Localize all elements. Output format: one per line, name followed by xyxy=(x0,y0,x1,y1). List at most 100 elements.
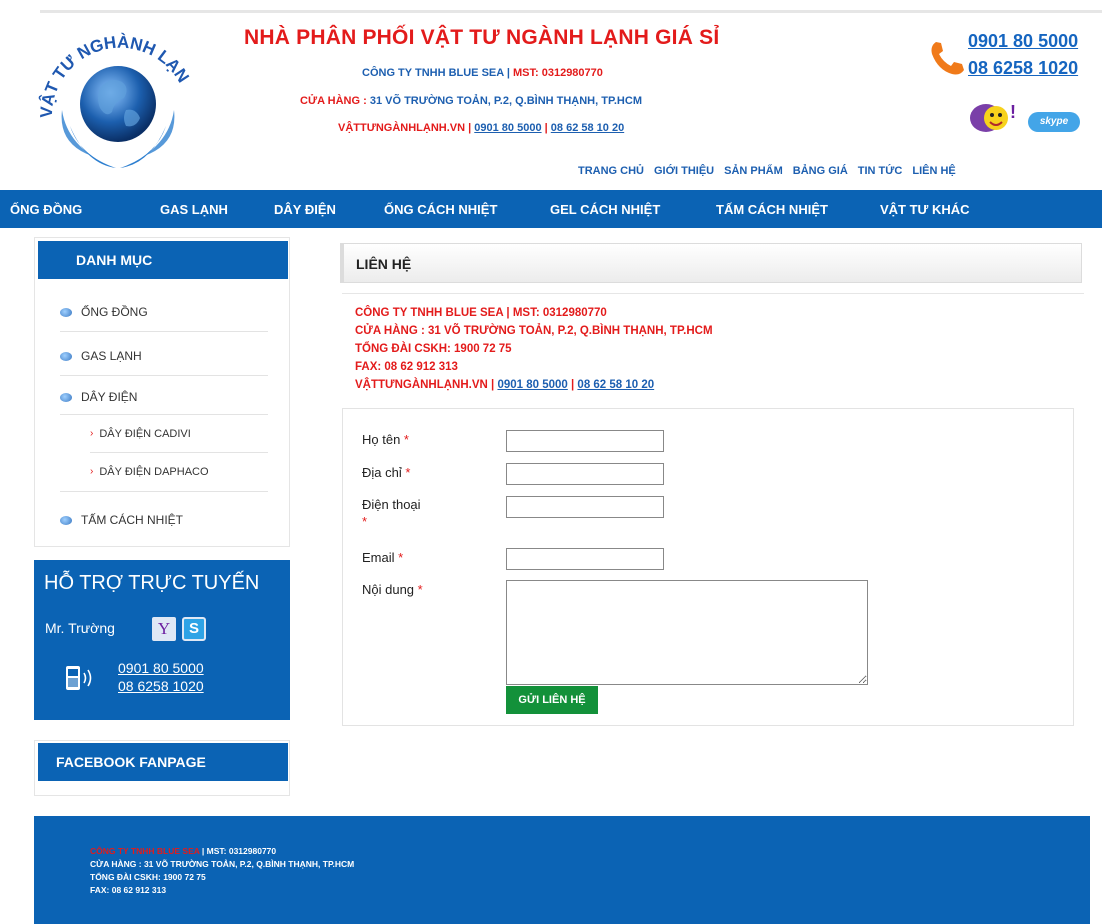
phone-input[interactable] xyxy=(506,496,664,518)
mobile-phone-icon xyxy=(66,666,92,690)
divider xyxy=(60,491,268,492)
header-phone-link-1[interactable]: 0901 80 5000 xyxy=(474,122,541,134)
footer-company: CÔNG TY TNHH BLUE SEA | MST: 0312980770 xyxy=(90,846,276,856)
address-label: Địa chỉ * xyxy=(362,465,410,480)
email-input[interactable] xyxy=(506,548,664,570)
nav-copper-pipe[interactable]: ỐNG ĐỒNG xyxy=(10,202,82,217)
site-title: NHÀ PHÂN PHỐI VẬT TƯ NGÀNH LẠNH GIÁ SỈ xyxy=(244,26,720,49)
name-input[interactable] xyxy=(506,430,664,452)
site-logo[interactable]: VẬT TƯ NGHÀNH LẠNH xyxy=(30,18,205,183)
header-store-address: 31 VÕ TRƯỜNG TOẢN, P.2, Q.BÌNH THẠNH, TP… xyxy=(369,95,642,107)
footer-store: CỬA HÀNG : 31 VÕ TRƯỜNG TOẢN, P.2, Q.BÌN… xyxy=(90,859,355,869)
submit-contact-button[interactable]: GỬI LIÊN HỆ xyxy=(506,686,598,714)
yahoo-icon[interactable]: Y xyxy=(152,617,176,641)
main-nav: ỐNG ĐỒNG GAS LẠNH DÂY ĐIỆN ỐNG CÁCH NHIỆ… xyxy=(0,190,1102,228)
phone-required: * xyxy=(362,514,367,529)
bullet-icon xyxy=(60,352,72,362)
category-item-wire[interactable]: DÂY ĐIỆN xyxy=(60,390,268,404)
footer-company-name: CÔNG TY TNHH BLUE SEA xyxy=(90,846,200,856)
category-item-insulation-sheet[interactable]: TẤM CÁCH NHIỆT xyxy=(60,513,268,527)
support-phone-2[interactable]: 08 6258 1020 xyxy=(118,678,204,694)
header-web-sep-2: | xyxy=(541,122,551,134)
header-web: VẬTTƯNGÀNHLẠNH.VN | 0901 80 5000 | 08 62… xyxy=(338,122,624,134)
footer xyxy=(34,816,1090,924)
header-company-name: CÔNG TY TNHH BLUE SEA xyxy=(362,67,504,79)
subcategory-label: DÂY ĐIỆN DAPHACO xyxy=(99,466,209,478)
subcategory-label: DÂY ĐIỆN CADIVI xyxy=(99,428,191,440)
message-label-text: Nội dung xyxy=(362,582,418,597)
top-menu-pricelist[interactable]: BẢNG GIÁ xyxy=(793,165,848,177)
category-item-label: ỐNG ĐỒNG xyxy=(81,305,148,319)
address-input[interactable] xyxy=(506,463,664,485)
nav-insulation-gel[interactable]: GEL CÁCH NHIỆT xyxy=(550,202,660,217)
contact-web-sep-2: | xyxy=(567,379,578,391)
top-menu-about[interactable]: GIỚI THIỆU xyxy=(654,165,714,177)
subcategory-item-daphaco[interactable]: › DÂY ĐIỆN DAPHACO xyxy=(90,466,268,478)
support-name: Mr. Trường xyxy=(45,620,115,636)
support-title: HỖ TRỢ TRỰC TUYẾN xyxy=(44,572,260,594)
contact-phone-link-1[interactable]: 0901 80 5000 xyxy=(497,379,567,391)
phone-label-text: Điện thoại xyxy=(362,497,421,512)
top-rule xyxy=(40,10,1102,13)
name-label: Họ tên * xyxy=(362,432,409,447)
category-title: DANH MỤC xyxy=(38,241,288,279)
message-textarea[interactable] xyxy=(506,580,868,685)
header-website: VẬTTƯNGÀNHLẠNH.VN xyxy=(338,122,466,134)
nav-insulation-sheet[interactable]: TẤM CÁCH NHIỆT xyxy=(716,202,828,217)
contact-hotline: TỔNG ĐÀI CSKH: 1900 72 75 xyxy=(355,343,512,355)
divider xyxy=(60,414,268,415)
footer-hotline: TỔNG ĐÀI CSKH: 1900 72 75 xyxy=(90,872,206,882)
category-item-label: GAS LẠNH xyxy=(81,349,142,363)
header-store: CỬA HÀNG : 31 VÕ TRƯỜNG TOẢN, P.2, Q.BÌN… xyxy=(300,95,642,107)
yahoo-messenger-icon[interactable]: ! xyxy=(966,96,1022,136)
contact-fax: FAX: 08 62 912 313 xyxy=(355,361,458,373)
footer-mst: | MST: 0312980770 xyxy=(199,846,277,856)
page-title: LIÊN HỆ xyxy=(356,256,412,272)
required-mark: * xyxy=(398,550,404,565)
contact-web: VẬTTƯNGÀNHLẠNH.VN | 0901 80 5000 | 08 62… xyxy=(355,379,654,391)
contact-phone-link-2[interactable]: 08 62 58 10 20 xyxy=(577,379,654,391)
header-company-sep: | xyxy=(503,67,513,79)
contact-company: CÔNG TY TNHH BLUE SEA | MST: 0312980770 xyxy=(355,307,607,319)
category-item-label: DÂY ĐIỆN xyxy=(81,390,138,404)
nav-other-supplies[interactable]: VẬT TƯ KHÁC xyxy=(880,202,970,217)
phone-label: Điện thoại xyxy=(362,497,421,512)
category-item-copper-pipe[interactable]: ỐNG ĐỒNG xyxy=(60,305,268,319)
category-item-label: TẤM CÁCH NHIỆT xyxy=(81,513,183,527)
contact-web-sep: | xyxy=(487,379,498,391)
footer-fax: FAX: 08 62 912 313 xyxy=(90,885,167,895)
content-header: LIÊN HỆ xyxy=(340,243,1082,283)
top-menu-home[interactable]: TRANG CHỦ xyxy=(578,165,644,177)
nav-electric-wire[interactable]: DÂY ĐIỆN xyxy=(274,202,336,217)
message-label: Nội dung * xyxy=(362,582,423,597)
bullet-icon xyxy=(60,393,72,403)
hotline-1[interactable]: 0901 80 5000 xyxy=(968,31,1078,52)
required-mark: * xyxy=(417,582,423,597)
header-web-sep: | xyxy=(465,122,475,134)
required-mark: * xyxy=(362,514,368,529)
hotline-2[interactable]: 08 6258 1020 xyxy=(968,58,1078,79)
nav-insulation-pipe[interactable]: ỐNG CÁCH NHIỆT xyxy=(384,202,497,217)
email-label-text: Email xyxy=(362,550,399,565)
skype-icon[interactable]: skype xyxy=(1028,112,1080,132)
top-menu: TRANG CHỦ GIỚI THIỆU SẢN PHẨM BẢNG GIÁ T… xyxy=(578,165,966,177)
header-phone-link-2[interactable]: 08 62 58 10 20 xyxy=(551,122,624,134)
chevron-right-icon: › xyxy=(90,466,94,477)
header-store-label: CỬA HÀNG : xyxy=(300,95,370,107)
nav-refrigerant-gas[interactable]: GAS LẠNH xyxy=(160,202,228,217)
contact-store: CỬA HÀNG : 31 VÕ TRƯỜNG TOẢN, P.2, Q.BÌN… xyxy=(355,325,713,337)
category-item-gas[interactable]: GAS LẠNH xyxy=(60,349,268,363)
divider xyxy=(60,331,268,332)
divider xyxy=(90,452,268,453)
contact-website: VẬTTƯNGÀNHLẠNH.VN xyxy=(355,379,488,391)
bullet-icon xyxy=(60,308,72,318)
support-phone-1[interactable]: 0901 80 5000 xyxy=(118,660,204,676)
header-company: CÔNG TY TNHH BLUE SEA | MST: 0312980770 xyxy=(362,67,603,79)
subcategory-item-cadivi[interactable]: › DÂY ĐIỆN CADIVI xyxy=(90,428,268,440)
top-menu-products[interactable]: SẢN PHẨM xyxy=(724,165,783,177)
skype-small-icon[interactable]: S xyxy=(182,617,206,641)
top-menu-contact[interactable]: LIÊN HỆ xyxy=(912,165,955,177)
svg-text:!: ! xyxy=(1010,102,1016,122)
chevron-right-icon: › xyxy=(90,428,94,439)
top-menu-news[interactable]: TIN TỨC xyxy=(858,165,903,177)
